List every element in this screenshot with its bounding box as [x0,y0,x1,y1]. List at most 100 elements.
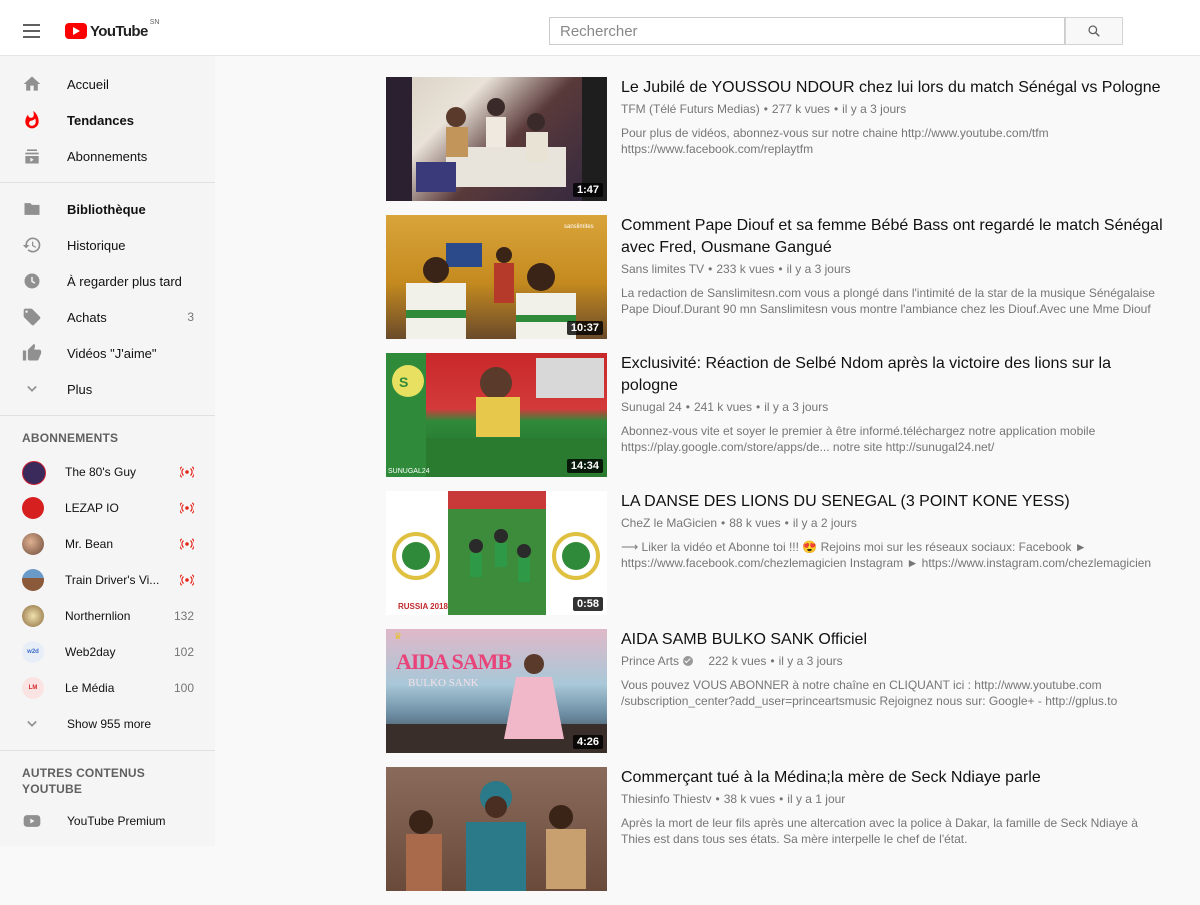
sidebar: Accueil Tendances Abonnements Bibliothèq… [0,56,215,846]
video-item[interactable]: Commerçant tué à la Médina;la mère de Se… [386,767,1166,891]
verified-badge-icon [683,656,694,666]
video-title[interactable]: Comment Pape Diouf et sa femme Bébé Bass… [621,215,1166,259]
video-thumbnail[interactable]: S SUNUGAL24 14:34 [386,353,607,477]
sidebar-item-accueil[interactable]: Accueil [0,66,215,102]
video-item[interactable]: ♛ AIDA SAMB BULKO SANK 4:26 AIDA SAMB BU… [386,629,1166,753]
show-more-subscriptions[interactable]: Show 955 more [0,706,215,742]
video-meta: TFM (Télé Futurs Medias) • 277 k vues • il y… [621,100,1166,118]
channel-avatar [22,497,44,519]
home-icon [23,76,41,91]
sidebar-item-label: Historique [67,237,126,253]
video-thumbnail[interactable]: 1:47 [386,77,607,201]
video-thumbnail[interactable]: RUSSIA 2018 0:58 [386,491,607,615]
upload-age: il y a 3 jours [764,400,829,414]
svg-text:♛: ♛ [394,631,402,641]
sidebar-item-youtube-premium[interactable]: YouTube Premium [0,803,215,839]
subscription-item-le-media[interactable]: LM Le Média 100 [0,670,215,706]
youtube-play-icon [65,23,87,39]
menu-icon[interactable] [16,20,48,42]
subscription-label: LEZAP IO [65,501,119,515]
sidebar-item-label: Achats [67,309,107,325]
upload-age: il y a 3 jours [842,102,907,116]
view-count: 88 k vues [729,516,781,530]
video-thumbnail[interactable]: ♛ AIDA SAMB BULKO SANK 4:26 [386,629,607,753]
trending-icon [25,110,39,129]
channel-avatar: w2d [22,641,44,663]
video-info: LA DANSE DES LIONS DU SENEGAL (3 POINT K… [621,491,1166,571]
video-description: Pour plus de vidéos, abonnez-vous sur no… [621,126,1049,156]
view-count: 233 k vues [716,262,775,276]
video-title[interactable]: Commerçant tué à la Médina;la mère de Se… [621,767,1166,789]
svg-text:sanslimites: sanslimites [564,224,594,230]
video-title[interactable]: Le Jubilé de YOUSSOU NDOUR chez lui lors… [621,77,1166,99]
sidebar-item-label: YouTube Premium [67,814,166,828]
search-input[interactable] [549,17,1065,45]
video-info: Commerçant tué à la Médina;la mère de Se… [621,767,1166,847]
video-meta: Prince Arts 222 k vues • il y a 3 jours [621,652,1166,670]
subscription-item-80s-guy[interactable]: The 80's Guy [0,454,215,490]
video-info: AIDA SAMB BULKO SANK Officiel Prince Art… [621,629,1166,709]
sidebar-divider [0,182,215,183]
other-content-section-title: AUTRES CONTENUS YOUTUBE [22,766,146,796]
purchases-tag-icon [23,308,41,326]
video-thumbnail[interactable] [386,767,607,891]
channel-name[interactable]: Thiesinfo Thiestv [621,792,712,806]
sidebar-item-plus[interactable]: Plus [0,371,215,407]
video-duration: 1:47 [572,183,603,197]
video-duration: 4:26 [572,735,603,749]
subscription-item-northernlion[interactable]: Northernlion 132 [0,598,215,634]
meta-separator [701,654,704,668]
video-item[interactable]: S SUNUGAL24 14:34 Exclusivité: Réaction … [386,353,1166,477]
video-item[interactable]: 1:47 Le Jubilé de YOUSSOU NDOUR chez lui… [386,77,1166,201]
sidebar-item-watch-later[interactable]: À regarder plus tard [0,263,215,299]
youtube-logo[interactable]: YouTube SN [65,19,159,42]
meta-separator: • [770,654,775,668]
sidebar-item-bibliotheque[interactable]: Bibliothèque [0,191,215,227]
sidebar-item-abonnements[interactable]: Abonnements [0,138,215,174]
subscription-item-lezap-io[interactable]: LEZAP IO [0,490,215,526]
video-thumbnail[interactable]: sanslimites 10:37 [386,215,607,339]
meta-separator: • [833,102,839,116]
live-broadcast-icon [180,466,194,478]
chevron-down-icon [27,720,37,727]
sidebar-divider [0,750,215,751]
new-videos-count: 132 [173,609,194,623]
trending-video-list: 1:47 Le Jubilé de YOUSSOU NDOUR chez lui… [386,77,1166,905]
upload-age: il y a 2 jours [792,516,857,530]
channel-name[interactable]: CheZ le MaGicien [621,516,717,530]
video-title[interactable]: Exclusivité: Réaction de Selbé Ndom aprè… [621,353,1166,397]
video-info: Le Jubilé de YOUSSOU NDOUR chez lui lors… [621,77,1166,157]
live-broadcast-icon [180,502,194,514]
meta-separator: • [708,262,713,276]
channel-name[interactable]: TFM (Télé Futurs Medias) [621,102,760,116]
subscription-item-train-driver[interactable]: Train Driver's Vi... [0,562,215,598]
channel-name[interactable]: Prince Arts [621,654,679,668]
view-count: 241 k vues [693,400,752,414]
video-item[interactable]: sanslimites 10:37 Comment Pape Diouf et … [386,215,1166,339]
sidebar-item-label: Accueil [67,76,109,92]
video-description: Abonnez-vous vite et soyer le premier à … [621,424,1096,454]
view-count: 222 k vues [708,654,767,668]
sidebar-item-label: Abonnements [67,148,148,164]
search-button[interactable] [1065,17,1123,45]
video-info: Comment Pape Diouf et sa femme Bébé Bass… [621,215,1166,317]
meta-separator: • [763,102,768,116]
subscription-item-web2day[interactable]: w2d Web2day 102 [0,634,215,670]
sidebar-item-historique[interactable]: Historique [0,227,215,263]
channel-avatar [22,461,46,485]
subscription-item-mr-bean[interactable]: Mr. Bean [0,526,215,562]
sidebar-item-liked-videos[interactable]: Vidéos "J'aime" [0,335,215,371]
channel-name[interactable]: Sans limites TV [621,262,704,276]
youtube-premium-icon [23,815,41,827]
video-title[interactable]: LA DANSE DES LIONS DU SENEGAL (3 POINT K… [621,491,1166,513]
video-duration: 14:34 [566,459,603,473]
video-title[interactable]: AIDA SAMB BULKO SANK Officiel [621,629,1166,651]
sidebar-item-achats[interactable]: Achats 3 [0,299,215,335]
subscriptions-section-title: ABONNEMENTS [22,431,119,445]
sidebar-item-tendances[interactable]: Tendances [0,102,215,138]
meta-separator: • [755,400,761,414]
video-item[interactable]: RUSSIA 2018 0:58 LA DANSE DES LIONS DU S… [386,491,1166,615]
video-duration: 0:58 [572,597,603,611]
channel-avatar [22,605,44,627]
channel-name[interactable]: Sunugal 24 [621,400,682,414]
